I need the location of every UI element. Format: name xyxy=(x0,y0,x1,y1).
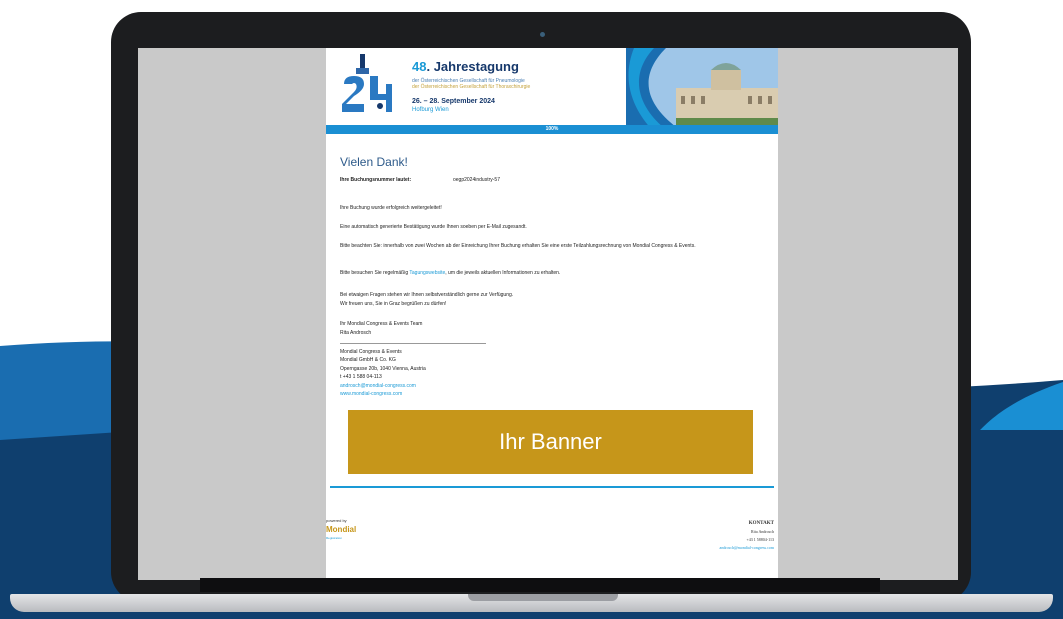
contact-block: KONTAKT Rita Androsch +43 1 58804-113 an… xyxy=(720,520,774,552)
webcam-icon xyxy=(540,32,545,37)
event-logo xyxy=(342,54,392,112)
signature-divider xyxy=(340,343,486,344)
website-notice-text-2: , um die jeweils aktuellen Informationen… xyxy=(445,270,561,276)
event-subtitle-thorax: der Österreichischen Gesellschaft für Th… xyxy=(412,84,531,90)
progress-label: 100% xyxy=(545,126,559,132)
contact-name: Rita Androsch xyxy=(751,529,774,534)
forwarded-message: Ihre Buchung wurde erfolgreich weitergel… xyxy=(340,205,442,211)
thank-you-heading: Vielen Dank! xyxy=(340,155,408,169)
screen-margin-right xyxy=(780,48,958,580)
event-title-text: . Jahrestagung xyxy=(426,59,519,74)
progress-bar: 100% xyxy=(326,125,778,134)
event-title: 48. Jahrestagung xyxy=(412,59,519,74)
questions-line-2: Wir freuen uns, Sie in Graz begrüßen zu … xyxy=(340,301,447,307)
team-member-name: Rita Androsch xyxy=(340,330,372,336)
email-sent-message: Eine automatisch generierte Bestätigung … xyxy=(340,224,527,230)
ad-banner[interactable]: Ihr Banner xyxy=(348,410,753,474)
screen-bottom-bezel xyxy=(200,578,880,592)
event-title-number: 48 xyxy=(412,59,427,74)
laptop-opening-notch xyxy=(468,594,618,601)
contact-phone: +43 1 58804-113 xyxy=(746,537,774,542)
contact-title: KONTAKT xyxy=(748,521,774,526)
confirmation-page: 48. Jahrestagung der Österreichischen Ge… xyxy=(326,48,778,580)
screen: 48. Jahrestagung der Österreichischen Ge… xyxy=(138,48,780,580)
contact-email-link[interactable]: androsch@mondial-congress.com xyxy=(720,544,774,552)
event-header: 48. Jahrestagung der Österreichischen Ge… xyxy=(326,48,778,134)
booking-number-value: oegp2024industry-57 xyxy=(453,177,500,183)
signature-email-link[interactable]: androsch@mondial-congress.com xyxy=(340,383,416,389)
mondial-logo: Mondial xyxy=(326,525,357,534)
questions-line-1: Bei etwaigen Fragen stehen wir Ihnen sel… xyxy=(340,292,514,298)
hofburg-palace-image xyxy=(626,48,778,134)
powered-by-label: powered by xyxy=(326,518,347,523)
booking-number-label: Ihre Buchungsnummer lautet: xyxy=(340,177,412,183)
team-line: Ihr Mondial Congress & Events Team xyxy=(340,321,423,327)
mondial-logo-sub: Registration xyxy=(326,536,343,540)
event-location: Hofburg Wien xyxy=(412,107,449,113)
signature-legal-name: Mondial GmbH & Co. KG xyxy=(340,357,396,363)
signature-phone: t +43 1 588 04-113 xyxy=(340,374,382,380)
event-date: 26. – 28. September 2024 xyxy=(412,98,495,105)
signature-website-link[interactable]: www.mondial-congress.com xyxy=(340,391,402,397)
website-notice-text-1: Bitte besuchen Sie regelmäßig xyxy=(340,270,410,276)
website-notice: Bitte besuchen Sie regelmäßig Tagungsweb… xyxy=(340,270,750,277)
footer-separator xyxy=(330,486,774,488)
conference-website-link[interactable]: Tagungswebsite xyxy=(409,270,445,276)
signature-address: Operngasse 20b, 1040 Vienna, Austria xyxy=(340,366,426,372)
signature-company: Mondial Congress & Events xyxy=(340,349,402,355)
invoice-notice: Bitte beachten Sie: innerhalb von zwei W… xyxy=(340,243,696,249)
laptop-base xyxy=(0,594,1063,619)
